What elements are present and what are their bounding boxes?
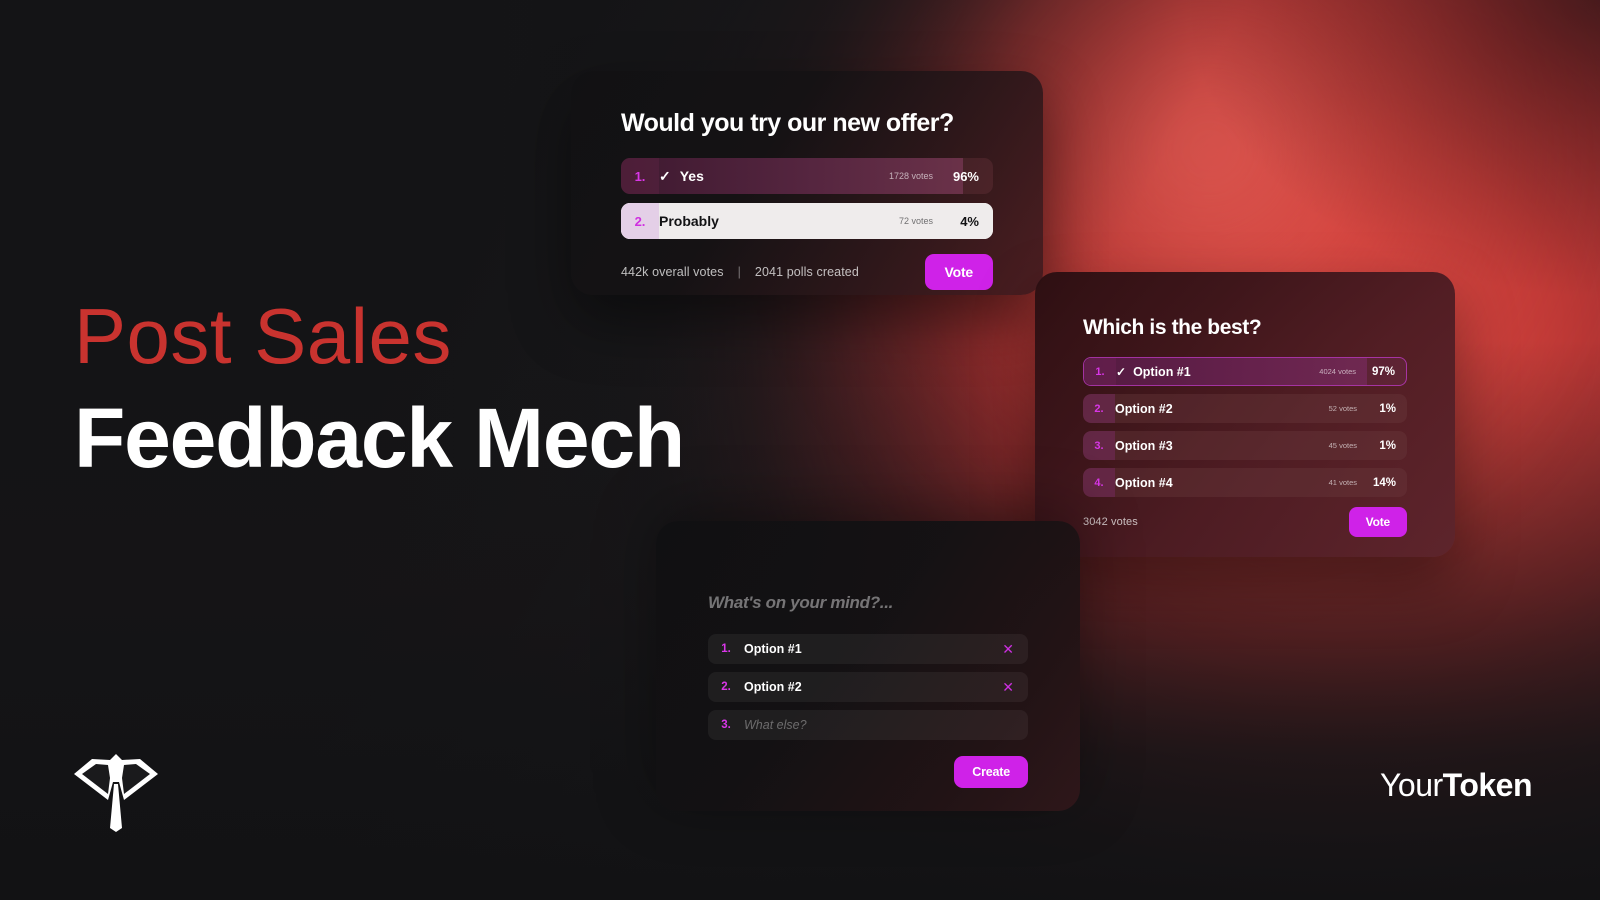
close-icon[interactable]: ✕ [1002,680,1014,694]
poll-results-option-percent: 4% [960,213,979,229]
create-button[interactable]: Create [954,756,1028,788]
poll-results-option-label: Probably [659,213,719,229]
poll-best-option-votes: 41 votes [1328,478,1357,487]
poll-results-option-number: 2. [621,203,659,239]
create-poll-footer: Create [708,756,1028,788]
create-option-input[interactable]: What else? [744,718,807,732]
vote-button[interactable]: Vote [1348,507,1407,537]
poll-best-option-votes: 52 votes [1328,404,1357,413]
poll-best-option-label: Option #2 [1115,401,1173,416]
check-icon: ✓ [659,168,671,184]
poll-best-option-number: 4. [1083,468,1115,497]
poll-best-option-row[interactable]: 4. Option #4 41 votes 14% [1083,468,1407,497]
poll-best-option-votes: 45 votes [1328,441,1357,450]
check-icon: ✓ [1116,364,1127,379]
poll-best-question: Which is the best? [1083,316,1262,339]
poll-results-option-row[interactable]: 1. ✓ Yes 1728 votes 96% [621,158,993,194]
poll-results-option-votes: 1728 votes [888,171,933,181]
create-option-number: 2. [721,681,731,693]
poll-best-option-label: Option #4 [1115,475,1173,490]
create-option-number: 3. [721,719,731,731]
brand-suffix: Token [1442,767,1533,803]
poll-best-option-number: 2. [1083,394,1115,423]
poll-results-option-label: Yes [679,168,704,184]
poll-best-card: Which is the best? 1. ✓ Option #1 4024 v… [1035,272,1455,557]
create-question-input[interactable]: What's on your mind?... [708,593,1028,613]
headline-line-1: Post Sales [74,292,452,380]
poll-best-total-votes: 3042 votes [1083,516,1138,528]
diamond-gem-logo-icon [70,748,162,832]
brand-wordmark: YourToken [1379,767,1533,804]
polls-created-text: 2041 polls created [754,265,859,279]
vote-button[interactable]: Vote [924,254,993,290]
poll-best-option-percent: 1% [1379,439,1396,452]
poll-best-option-number: 3. [1083,431,1115,460]
poll-results-option-row[interactable]: 2. Probably 72 votes 4% [621,203,993,239]
create-option-row[interactable]: 1. Option #1 ✕ [708,634,1028,664]
poll-best-option-number: 1. [1084,358,1116,385]
create-poll-card: What's on your mind?... 1. Option #1 ✕ 2… [656,521,1080,811]
poll-results-option-percent: 96% [952,168,979,184]
poll-best-option-label: Option #3 [1115,438,1173,453]
create-option-row[interactable]: 2. Option #2 ✕ [708,672,1028,702]
poll-best-option-row[interactable]: 3. Option #3 45 votes 1% [1083,431,1407,460]
headline-line-2: Feedback Mech [74,391,685,486]
poll-best-option-percent: 14% [1372,476,1396,489]
poll-best-option-row[interactable]: 1. ✓ Option #1 4024 votes 97% [1083,357,1407,386]
poll-results-stats: 442k overall votes | 2041 polls created [621,265,859,279]
overall-votes-text: 442k overall votes [621,265,724,279]
poll-results-option-votes: 72 votes [898,216,933,226]
poll-best-option-votes: 4024 votes [1319,367,1356,376]
brand-prefix: Your [1379,767,1443,803]
poll-results-card: Would you try our new offer? 1. ✓ Yes 17… [571,71,1043,295]
poll-best-option-row[interactable]: 2. Option #2 52 votes 1% [1083,394,1407,423]
poster-canvas: Post Sales Feedback Mech YourToken Would… [0,0,1600,900]
poll-best-option-percent: 97% [1371,365,1395,378]
create-option-input[interactable]: Option #1 [744,642,802,656]
poll-best-footer: 3042 votes Vote [1083,507,1407,537]
create-option-input[interactable]: Option #2 [744,680,802,694]
poll-results-footer: 442k overall votes | 2041 polls created Vo… [621,254,993,290]
poll-results-question: Would you try our new offer? [621,109,954,137]
create-option-row[interactable]: 3. What else? [708,710,1028,740]
stats-separator: | [737,265,741,279]
poll-best-option-percent: 1% [1379,402,1396,415]
background-corner-shade [1180,0,1600,300]
create-option-number: 1. [721,643,731,655]
page-title: Post Sales Feedback Mech [74,292,685,486]
poll-results-option-number: 1. [621,158,659,194]
close-icon[interactable]: ✕ [1002,642,1014,656]
poll-best-option-label: Option #1 [1133,364,1191,379]
